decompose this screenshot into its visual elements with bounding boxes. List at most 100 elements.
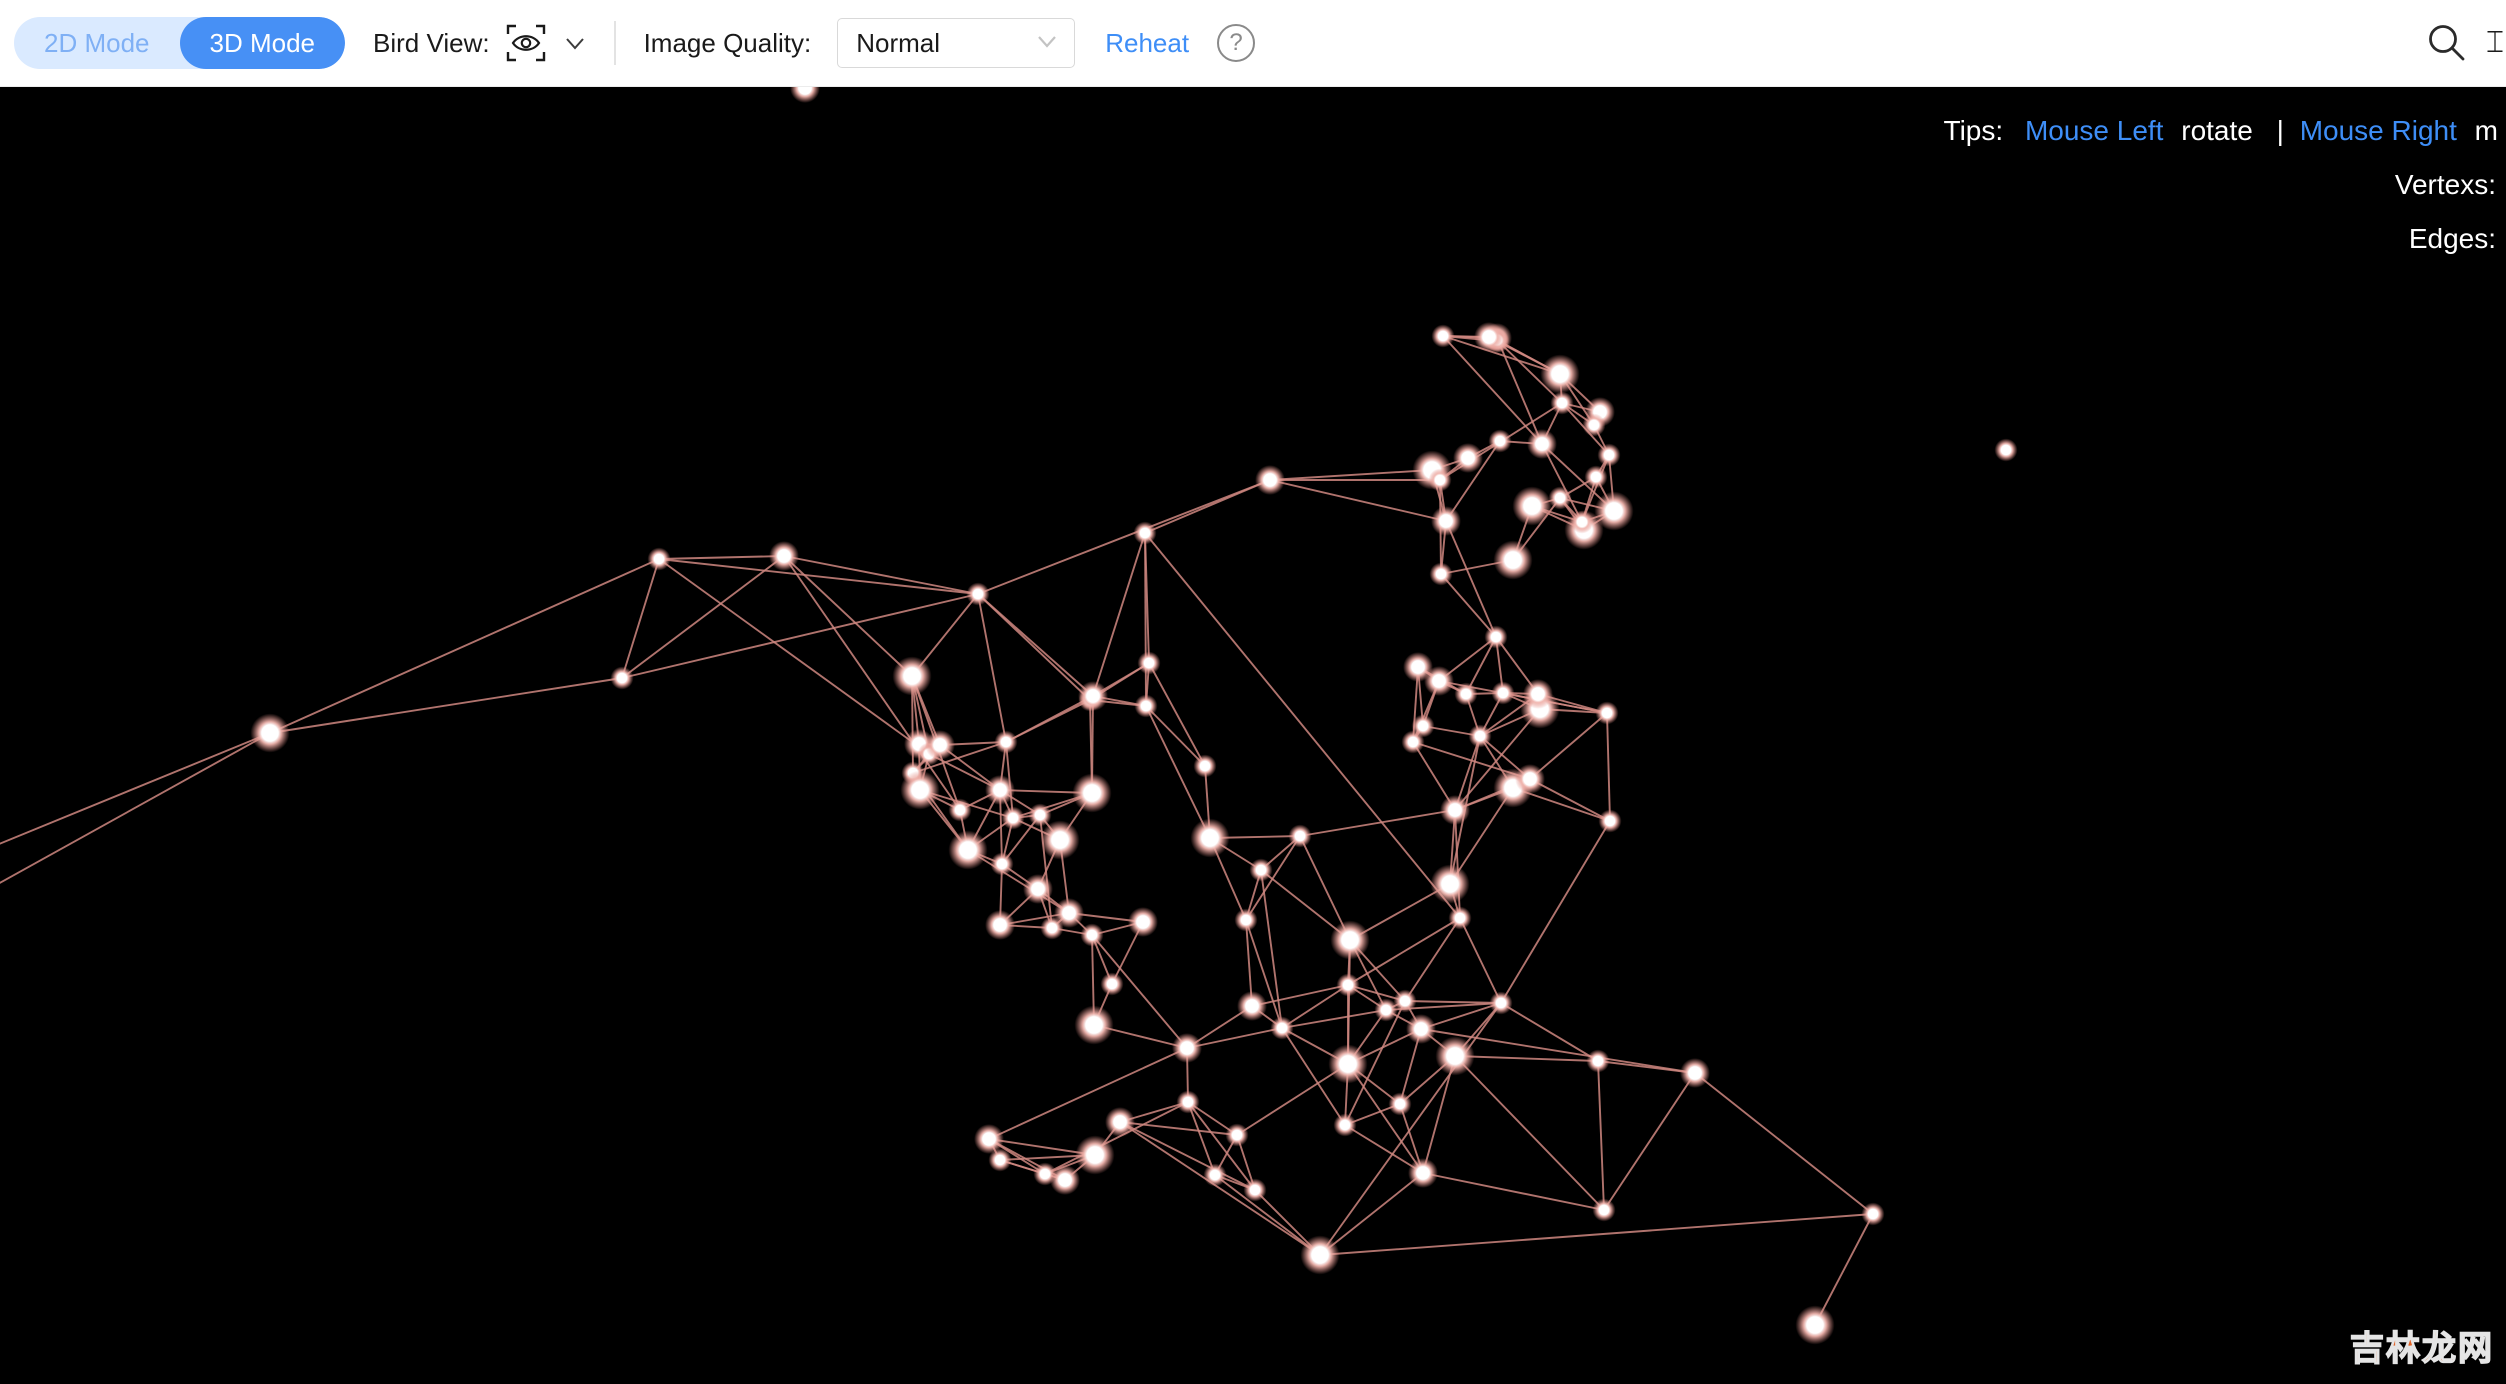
graph-node[interactable] [1232,1130,1242,1140]
reheat-button[interactable]: Reheat [1105,28,1189,59]
graph-node[interactable] [1245,999,1259,1013]
graph-node[interactable] [973,589,983,599]
graph-node[interactable] [1555,493,1565,503]
graph-node[interactable] [1436,569,1446,579]
graph-node[interactable] [1557,398,1567,408]
graph-node[interactable] [1400,996,1410,1006]
graph-node[interactable] [1461,451,1475,465]
graph-node[interactable] [1602,708,1612,718]
graph-node[interactable] [1083,784,1101,802]
graph-node[interactable] [1591,472,1601,482]
graph-node[interactable] [1113,1115,1127,1129]
graph-node[interactable] [1551,365,1569,383]
graph-node[interactable] [1441,875,1459,893]
graph-node[interactable] [1604,450,1614,460]
graph-node[interactable] [959,841,977,859]
graph-node[interactable] [1589,420,1599,430]
graph-node[interactable] [1498,688,1508,698]
graph-node[interactable] [1200,761,1210,771]
graph-node[interactable] [993,783,1007,797]
graph-node[interactable] [1523,497,1541,515]
graph-node[interactable] [1058,1173,1072,1187]
graph-node[interactable] [1408,737,1418,747]
graph-node[interactable] [1455,913,1465,923]
graph-node[interactable] [1008,813,1018,823]
image-quality-select[interactable]: Normal [837,18,1076,68]
graph-node[interactable] [1183,1097,1193,1107]
graph-node[interactable] [1051,831,1069,849]
graph-node[interactable] [995,1155,1005,1165]
graph-node[interactable] [617,673,627,683]
graph-node[interactable] [1438,331,1448,341]
graph-node[interactable] [1491,632,1501,642]
graph-node[interactable] [1414,1022,1428,1036]
graph-node[interactable] [1031,882,1045,896]
search-icon[interactable] [2424,21,2468,65]
graph-node[interactable] [1040,1169,1050,1179]
graph-node[interactable] [955,805,965,815]
graph-node[interactable] [1201,829,1219,847]
graph-node[interactable] [1531,687,1545,701]
graph-node[interactable] [1341,931,1359,949]
graph-node[interactable] [997,859,1007,869]
graph-node[interactable] [911,781,929,799]
graph-node[interactable] [261,724,279,742]
force-graph-svg[interactable] [0,87,2506,1384]
toolbar-overflow-glyph[interactable]: ⌶ [2486,26,2504,60]
mode-2d-button[interactable]: 2D Mode [14,17,180,69]
graph-node[interactable] [1418,721,1428,731]
graph-node[interactable] [982,1132,996,1146]
graph-node[interactable] [1144,658,1154,668]
tips-key-mouse-right[interactable]: Mouse Right [2300,115,2457,146]
graph-node[interactable] [2001,445,2011,455]
graph-node[interactable] [1475,731,1485,741]
graph-node[interactable] [1416,1166,1430,1180]
graph-canvas[interactable] [0,87,2506,1384]
graph-node[interactable] [1343,980,1353,990]
view-mode-switch[interactable]: 2D Mode 3D Mode [14,17,345,69]
graph-node[interactable] [1439,514,1453,528]
graph-node[interactable] [1277,1023,1287,1033]
graph-node[interactable] [1263,473,1277,487]
graph-node[interactable] [1605,502,1623,520]
graph-node[interactable] [1535,437,1549,451]
graph-node[interactable] [1381,1005,1391,1015]
graph-node[interactable] [903,667,921,685]
graph-node[interactable] [1504,551,1522,569]
graph-node[interactable] [1250,1185,1260,1195]
graph-node[interactable] [1086,1146,1104,1164]
graph-node[interactable] [1688,1066,1702,1080]
graph-node[interactable] [1087,930,1097,940]
graph-node[interactable] [1085,1016,1103,1034]
graph-node[interactable] [1180,1041,1194,1055]
graph-node[interactable] [1035,810,1045,820]
graph-node[interactable] [1523,772,1537,786]
graph-node[interactable] [933,738,947,752]
tips-key-mouse-left[interactable]: Mouse Left [2025,115,2164,146]
graph-node[interactable] [1495,436,1505,446]
graph-node[interactable] [1435,475,1445,485]
graph-node[interactable] [654,554,664,564]
graph-node[interactable] [1001,737,1011,747]
graph-node[interactable] [1806,1316,1824,1334]
graph-node[interactable] [1446,1047,1464,1065]
graph-node[interactable] [1599,1205,1609,1215]
graph-node[interactable] [1432,674,1446,688]
graph-node[interactable] [1256,865,1266,875]
graph-node[interactable] [1140,528,1150,538]
graph-node[interactable] [1593,1056,1603,1066]
graph-node[interactable] [1311,1246,1329,1264]
graph-node[interactable] [1605,816,1615,826]
graph-node[interactable] [1107,979,1117,989]
graph-node[interactable] [1461,689,1471,699]
help-icon[interactable]: ? [1217,24,1256,62]
graph-node[interactable] [1210,1170,1220,1180]
graph-node[interactable] [1496,998,1506,1008]
bird-view-chevron-down-icon[interactable] [562,30,588,56]
graph-node[interactable] [1062,906,1076,920]
graph-node[interactable] [1086,689,1100,703]
mode-3d-button[interactable]: 3D Mode [179,17,345,69]
graph-node[interactable] [1241,915,1251,925]
graph-node[interactable] [1868,1209,1878,1219]
graph-node[interactable] [1047,923,1057,933]
